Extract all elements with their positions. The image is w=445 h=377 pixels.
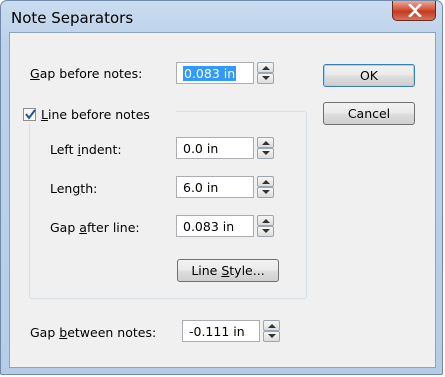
- checkmark-icon: [25, 109, 36, 120]
- ok-button[interactable]: OK: [323, 64, 415, 87]
- chevron-down-icon: [268, 334, 276, 338]
- gap-before-notes-label: Gap before notes:: [30, 66, 143, 81]
- dialog-title: Note Separators: [11, 9, 134, 27]
- line-before-notes-label[interactable]: Line before notes: [41, 107, 150, 122]
- chevron-down-icon: [262, 76, 270, 80]
- length-input[interactable]: 6.0 in: [176, 176, 254, 198]
- length-up-button[interactable]: [257, 176, 274, 187]
- left-indent-spinner[interactable]: [257, 137, 274, 159]
- gap-after-line-spinner[interactable]: [257, 215, 274, 237]
- length-spinner[interactable]: [257, 176, 274, 198]
- gap-before-notes-up-button[interactable]: [257, 62, 274, 73]
- chevron-down-icon: [262, 229, 270, 233]
- close-button[interactable]: [392, 1, 436, 21]
- line-before-notes-checkbox[interactable]: [23, 108, 36, 121]
- chevron-up-icon: [262, 219, 270, 223]
- gap-before-notes-spinner[interactable]: [257, 62, 274, 84]
- gap-between-notes-input[interactable]: -0.111 in: [182, 320, 260, 342]
- chevron-down-icon: [262, 151, 270, 155]
- chevron-up-icon: [262, 141, 270, 145]
- gap-between-notes-down-button[interactable]: [263, 331, 280, 342]
- chevron-down-icon: [262, 190, 270, 194]
- length-down-button[interactable]: [257, 187, 274, 198]
- left-indent-up-button[interactable]: [257, 137, 274, 148]
- gap-between-notes-spinner[interactable]: [263, 320, 280, 342]
- gap-after-line-up-button[interactable]: [257, 215, 274, 226]
- chevron-up-icon: [268, 324, 276, 328]
- gap-before-notes-input[interactable]: 0.083 in: [176, 62, 254, 84]
- left-indent-down-button[interactable]: [257, 148, 274, 159]
- gap-before-notes-down-button[interactable]: [257, 73, 274, 84]
- gap-between-notes-up-button[interactable]: [263, 320, 280, 331]
- gap-after-line-input[interactable]: 0.083 in: [176, 215, 254, 237]
- dialog-client-area: Gap before notes: 0.083 in Line before n…: [9, 32, 436, 368]
- line-before-notes-legend: Line before notes: [20, 106, 176, 124]
- line-style-button[interactable]: Line Style...: [177, 259, 279, 282]
- close-icon: [408, 4, 422, 17]
- gap-after-line-down-button[interactable]: [257, 226, 274, 237]
- chevron-up-icon: [262, 66, 270, 70]
- dialog-window: Note Separators Gap before notes: 0.083 …: [0, 0, 443, 375]
- cancel-button[interactable]: Cancel: [323, 102, 415, 125]
- gap-after-line-label: Gap after line:: [50, 220, 140, 235]
- gap-between-notes-label: Gap between notes:: [30, 325, 157, 340]
- chevron-up-icon: [262, 180, 270, 184]
- left-indent-input[interactable]: 0.0 in: [176, 137, 254, 159]
- length-label: Length:: [50, 181, 98, 196]
- title-bar[interactable]: Note Separators: [1, 1, 442, 33]
- left-indent-label: Left indent:: [50, 142, 122, 157]
